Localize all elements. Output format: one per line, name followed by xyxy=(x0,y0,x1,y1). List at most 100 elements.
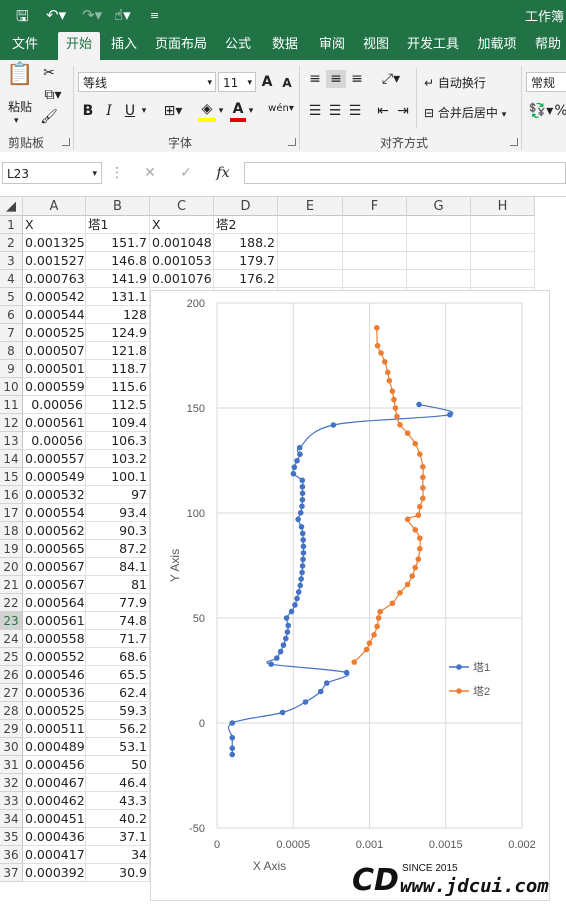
font-launcher-icon[interactable] xyxy=(288,138,296,146)
formula-input[interactable] xyxy=(244,162,566,184)
table-cell[interactable]: 74.8 xyxy=(86,612,150,630)
table-cell[interactable] xyxy=(343,234,407,252)
ribbon-tab[interactable]: 加载项 xyxy=(472,32,522,60)
row-header[interactable]: 9 xyxy=(0,360,23,378)
column-header[interactable]: A xyxy=(23,197,86,216)
number-format-select[interactable]: 常规 xyxy=(526,72,566,92)
table-cell[interactable]: 0.000559 xyxy=(23,378,86,396)
row-header[interactable]: 19 xyxy=(0,540,23,558)
table-cell[interactable]: 59.3 xyxy=(86,702,150,720)
table-cell[interactable]: 40.2 xyxy=(86,810,150,828)
row-header[interactable]: 16 xyxy=(0,486,23,504)
table-cell[interactable] xyxy=(278,216,343,234)
table-cell[interactable]: 97 xyxy=(86,486,150,504)
table-cell[interactable] xyxy=(278,252,343,270)
font-name-select[interactable]: 等线 ▾ xyxy=(78,72,216,92)
row-header[interactable]: 21 xyxy=(0,576,23,594)
row-header[interactable]: 25 xyxy=(0,648,23,666)
table-cell[interactable]: 53.1 xyxy=(86,738,150,756)
table-cell[interactable]: 0.000525 xyxy=(23,324,86,342)
row-header[interactable]: 23 xyxy=(0,612,23,630)
table-cell[interactable]: 0.000763 xyxy=(23,270,86,288)
table-cell[interactable]: 0.000542 xyxy=(23,288,86,306)
row-header[interactable]: 17 xyxy=(0,504,23,522)
row-header[interactable]: 31 xyxy=(0,756,23,774)
table-cell[interactable]: 0.001527 xyxy=(23,252,86,270)
table-cell[interactable]: 121.8 xyxy=(86,342,150,360)
table-cell[interactable]: 188.2 xyxy=(214,234,278,252)
table-cell[interactable]: 0.001048 xyxy=(150,234,214,252)
table-cell[interactable] xyxy=(278,234,343,252)
table-cell[interactable] xyxy=(343,252,407,270)
row-header[interactable]: 6 xyxy=(0,306,23,324)
table-cell[interactable] xyxy=(471,216,535,234)
table-cell[interactable]: 0.00056 xyxy=(23,396,86,414)
row-header[interactable]: 11 xyxy=(0,396,23,414)
table-cell[interactable]: 87.2 xyxy=(86,540,150,558)
table-cell[interactable] xyxy=(343,216,407,234)
row-header[interactable]: 35 xyxy=(0,828,23,846)
clipboard-launcher-icon[interactable] xyxy=(62,138,70,146)
table-cell[interactable]: 34 xyxy=(86,846,150,864)
table-cell[interactable]: 0.000565 xyxy=(23,540,86,558)
row-header[interactable]: 3 xyxy=(0,252,23,270)
merge-center-button[interactable]: ⊟ 合并后居中 ▾ xyxy=(424,104,506,121)
table-cell[interactable]: 0.000567 xyxy=(23,558,86,576)
insert-function-button[interactable]: fx xyxy=(212,164,234,182)
table-cell[interactable]: X xyxy=(150,216,214,234)
table-cell[interactable] xyxy=(407,252,471,270)
alignment-launcher-icon[interactable] xyxy=(510,138,518,146)
table-cell[interactable]: 0.000451 xyxy=(23,810,86,828)
table-cell[interactable]: 0.000557 xyxy=(23,450,86,468)
italic-button[interactable]: I xyxy=(102,102,116,120)
row-header[interactable]: 33 xyxy=(0,792,23,810)
table-cell[interactable]: 塔1 xyxy=(86,216,150,234)
row-header[interactable]: 18 xyxy=(0,522,23,540)
table-cell[interactable] xyxy=(407,270,471,288)
column-header[interactable]: B xyxy=(86,197,150,216)
row-header[interactable]: 7 xyxy=(0,324,23,342)
phonetic-guide-icon[interactable]: wén▾ xyxy=(266,100,296,118)
grow-font-icon[interactable]: A xyxy=(260,73,274,91)
row-header[interactable]: 29 xyxy=(0,720,23,738)
table-cell[interactable]: 0.000558 xyxy=(23,630,86,648)
format-painter-icon[interactable]: 🖌 xyxy=(40,108,58,126)
increase-indent-icon[interactable]: ⇥ xyxy=(394,102,412,120)
table-cell[interactable]: 0.000546 xyxy=(23,666,86,684)
save-icon[interactable]: 🖫 xyxy=(16,6,29,31)
table-cell[interactable]: 0.000562 xyxy=(23,522,86,540)
table-cell[interactable]: 62.4 xyxy=(86,684,150,702)
table-cell[interactable]: 65.5 xyxy=(86,666,150,684)
wrap-text-button[interactable]: ↵ 自动换行 xyxy=(424,74,486,91)
table-cell[interactable]: 93.4 xyxy=(86,504,150,522)
row-header[interactable]: 4 xyxy=(0,270,23,288)
cancel-icon[interactable]: ✕ xyxy=(140,164,160,182)
table-cell[interactable]: 0.000511 xyxy=(23,720,86,738)
table-cell[interactable] xyxy=(471,252,535,270)
cut-icon[interactable]: ✂ xyxy=(40,64,58,82)
row-header[interactable]: 13 xyxy=(0,432,23,450)
row-header[interactable]: 20 xyxy=(0,558,23,576)
accounting-format-icon[interactable]: 💱▾ xyxy=(528,102,554,120)
scatter-chart[interactable]: -50 0 50 100 150 200 0 0.0005 0.001 0.0015 0.002 Y … xyxy=(150,290,550,901)
row-header[interactable]: 10 xyxy=(0,378,23,396)
table-cell[interactable]: 0.000567 xyxy=(23,576,86,594)
table-cell[interactable] xyxy=(407,234,471,252)
table-cell[interactable]: 0.000552 xyxy=(23,648,86,666)
table-cell[interactable]: 112.5 xyxy=(86,396,150,414)
table-cell[interactable]: 0.000467 xyxy=(23,774,86,792)
table-cell[interactable] xyxy=(471,270,535,288)
font-color-icon[interactable]: A xyxy=(230,100,246,122)
align-middle-icon[interactable]: ≡ xyxy=(326,70,346,88)
column-header[interactable]: H xyxy=(471,197,535,216)
table-cell[interactable]: 109.4 xyxy=(86,414,150,432)
ribbon-tab[interactable]: 页面布局 xyxy=(150,32,212,60)
enter-icon[interactable]: ✓ xyxy=(176,164,196,182)
table-cell[interactable]: 118.7 xyxy=(86,360,150,378)
borders-icon[interactable]: ⊞▾ xyxy=(160,102,186,120)
table-cell[interactable]: 77.9 xyxy=(86,594,150,612)
row-header[interactable]: 36 xyxy=(0,846,23,864)
row-header[interactable]: 15 xyxy=(0,468,23,486)
undo-icon[interactable]: ↶▾ xyxy=(46,6,66,24)
table-cell[interactable]: 46.4 xyxy=(86,774,150,792)
